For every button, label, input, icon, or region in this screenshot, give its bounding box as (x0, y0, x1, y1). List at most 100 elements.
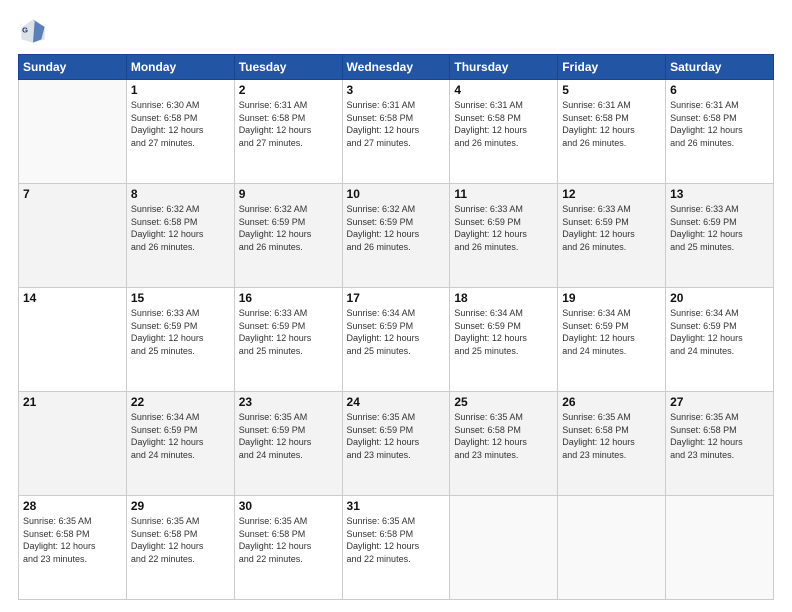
day-info: Sunrise: 6:35 AM Sunset: 6:59 PM Dayligh… (347, 411, 446, 461)
calendar-cell: 2 Sunrise: 6:31 AM Sunset: 6:58 PM Daylig… (234, 80, 342, 184)
day-info: Sunrise: 6:31 AM Sunset: 6:58 PM Dayligh… (347, 99, 446, 149)
header: G (18, 16, 774, 46)
calendar-cell: 16 Sunrise: 6:33 AM Sunset: 6:59 PM Dayli… (234, 288, 342, 392)
week-row-3: 14 15 Sunrise: 6:33 AM Sunset: 6:59 PM Day… (19, 288, 774, 392)
day-number: 12 (562, 187, 661, 201)
week-row-5: 28 Sunrise: 6:35 AM Sunset: 6:58 PM Dayli… (19, 496, 774, 600)
calendar-cell: 8 Sunrise: 6:32 AM Sunset: 6:58 PM Daylig… (126, 184, 234, 288)
logo-icon: G (18, 16, 48, 46)
calendar-cell: 4 Sunrise: 6:31 AM Sunset: 6:58 PM Daylig… (450, 80, 558, 184)
calendar-cell: 10Sunrise: 6:32 AM Sunset: 6:59 PM Dayli… (342, 184, 450, 288)
calendar-cell: 6 Sunrise: 6:31 AM Sunset: 6:58 PM Daylig… (666, 80, 774, 184)
calendar-cell: 7 (19, 184, 127, 288)
calendar-cell: 30 Sunrise: 6:35 AM Sunset: 6:58 PM Dayli… (234, 496, 342, 600)
col-header-wednesday: Wednesday (342, 55, 450, 80)
calendar-cell: 21 (19, 392, 127, 496)
day-number: 19 (562, 291, 661, 305)
day-number: 20 (670, 291, 769, 305)
day-info: Sunrise: 6:33 AM Sunset: 6:59 PM Dayligh… (454, 203, 553, 253)
calendar-cell: 19Sunrise: 6:34 AM Sunset: 6:59 PM Dayli… (558, 288, 666, 392)
day-info: Sunrise: 6:32 AM Sunset: 6:59 PM Dayligh… (347, 203, 446, 253)
day-info: Sunrise: 6:34 AM Sunset: 6:59 PM Dayligh… (670, 307, 769, 357)
day-info: Sunrise: 6:34 AM Sunset: 6:59 PM Dayligh… (131, 411, 230, 461)
day-number: 6 (670, 83, 769, 97)
day-number: 24 (347, 395, 446, 409)
day-number: 21 (23, 395, 122, 409)
calendar-cell: 9 Sunrise: 6:32 AM Sunset: 6:59 PM Daylig… (234, 184, 342, 288)
day-info: Sunrise: 6:30 AM Sunset: 6:58 PM Dayligh… (131, 99, 230, 149)
day-info: Sunrise: 6:35 AM Sunset: 6:58 PM Dayligh… (131, 515, 230, 565)
day-info: Sunrise: 6:34 AM Sunset: 6:59 PM Dayligh… (454, 307, 553, 357)
day-number: 3 (347, 83, 446, 97)
calendar-cell (450, 496, 558, 600)
day-number: 16 (239, 291, 338, 305)
calendar-cell: 3 Sunrise: 6:31 AM Sunset: 6:58 PM Daylig… (342, 80, 450, 184)
col-header-tuesday: Tuesday (234, 55, 342, 80)
calendar-cell (558, 496, 666, 600)
calendar-cell: 25 Sunrise: 6:35 AM Sunset: 6:58 PM Dayli… (450, 392, 558, 496)
day-info: Sunrise: 6:35 AM Sunset: 6:58 PM Dayligh… (562, 411, 661, 461)
logo: G (18, 16, 52, 46)
day-number: 15 (131, 291, 230, 305)
col-header-friday: Friday (558, 55, 666, 80)
calendar-cell: 28 Sunrise: 6:35 AM Sunset: 6:58 PM Dayli… (19, 496, 127, 600)
day-info: Sunrise: 6:35 AM Sunset: 6:58 PM Dayligh… (454, 411, 553, 461)
calendar-cell: 13Sunrise: 6:33 AM Sunset: 6:59 PM Dayli… (666, 184, 774, 288)
day-info: Sunrise: 6:31 AM Sunset: 6:58 PM Dayligh… (454, 99, 553, 149)
day-number: 9 (239, 187, 338, 201)
day-number: 29 (131, 499, 230, 513)
calendar-cell: 31Sunrise: 6:35 AM Sunset: 6:58 PM Dayli… (342, 496, 450, 600)
day-number: 18 (454, 291, 553, 305)
calendar-cell: 12Sunrise: 6:33 AM Sunset: 6:59 PM Dayli… (558, 184, 666, 288)
week-row-1: 1Sunrise: 6:30 AM Sunset: 6:58 PM Daylig… (19, 80, 774, 184)
day-info: Sunrise: 6:32 AM Sunset: 6:58 PM Dayligh… (131, 203, 230, 253)
day-number: 25 (454, 395, 553, 409)
day-number: 30 (239, 499, 338, 513)
day-info: Sunrise: 6:31 AM Sunset: 6:58 PM Dayligh… (562, 99, 661, 149)
day-info: Sunrise: 6:35 AM Sunset: 6:58 PM Dayligh… (670, 411, 769, 461)
calendar-cell (19, 80, 127, 184)
calendar-header-row: SundayMondayTuesdayWednesdayThursdayFrid… (19, 55, 774, 80)
day-number: 7 (23, 187, 122, 201)
day-number: 11 (454, 187, 553, 201)
calendar-cell: 1Sunrise: 6:30 AM Sunset: 6:58 PM Daylig… (126, 80, 234, 184)
day-info: Sunrise: 6:35 AM Sunset: 6:58 PM Dayligh… (23, 515, 122, 565)
calendar-cell: 15 Sunrise: 6:33 AM Sunset: 6:59 PM Dayli… (126, 288, 234, 392)
calendar-cell: 23 Sunrise: 6:35 AM Sunset: 6:59 PM Dayli… (234, 392, 342, 496)
calendar-cell: 11 Sunrise: 6:33 AM Sunset: 6:59 PM Dayli… (450, 184, 558, 288)
day-info: Sunrise: 6:31 AM Sunset: 6:58 PM Dayligh… (670, 99, 769, 149)
calendar-cell (666, 496, 774, 600)
calendar-cell: 26 Sunrise: 6:35 AM Sunset: 6:58 PM Dayli… (558, 392, 666, 496)
day-info: Sunrise: 6:34 AM Sunset: 6:59 PM Dayligh… (347, 307, 446, 357)
day-number: 23 (239, 395, 338, 409)
day-info: Sunrise: 6:33 AM Sunset: 6:59 PM Dayligh… (239, 307, 338, 357)
day-number: 22 (131, 395, 230, 409)
day-number: 28 (23, 499, 122, 513)
day-number: 2 (239, 83, 338, 97)
calendar-table: SundayMondayTuesdayWednesdayThursdayFrid… (18, 54, 774, 600)
day-info: Sunrise: 6:33 AM Sunset: 6:59 PM Dayligh… (131, 307, 230, 357)
col-header-sunday: Sunday (19, 55, 127, 80)
col-header-saturday: Saturday (666, 55, 774, 80)
day-number: 26 (562, 395, 661, 409)
day-info: Sunrise: 6:31 AM Sunset: 6:58 PM Dayligh… (239, 99, 338, 149)
calendar-cell: 17 Sunrise: 6:34 AM Sunset: 6:59 PM Dayli… (342, 288, 450, 392)
day-number: 4 (454, 83, 553, 97)
svg-text:G: G (22, 26, 28, 35)
day-info: Sunrise: 6:35 AM Sunset: 6:58 PM Dayligh… (239, 515, 338, 565)
day-number: 8 (131, 187, 230, 201)
week-row-4: 21 22 Sunrise: 6:34 AM Sunset: 6:59 PM Day… (19, 392, 774, 496)
day-info: Sunrise: 6:32 AM Sunset: 6:59 PM Dayligh… (239, 203, 338, 253)
day-number: 14 (23, 291, 122, 305)
page: G SundayMondayTuesdayWednesdayThursdayFr… (0, 0, 792, 612)
day-number: 17 (347, 291, 446, 305)
day-info: Sunrise: 6:35 AM Sunset: 6:59 PM Dayligh… (239, 411, 338, 461)
day-number: 31 (347, 499, 446, 513)
calendar-cell: 5 Sunrise: 6:31 AM Sunset: 6:58 PM Daylig… (558, 80, 666, 184)
calendar-cell: 27 Sunrise: 6:35 AM Sunset: 6:58 PM Dayli… (666, 392, 774, 496)
day-number: 5 (562, 83, 661, 97)
calendar-cell: 20 Sunrise: 6:34 AM Sunset: 6:59 PM Dayli… (666, 288, 774, 392)
day-number: 13 (670, 187, 769, 201)
col-header-thursday: Thursday (450, 55, 558, 80)
day-number: 27 (670, 395, 769, 409)
